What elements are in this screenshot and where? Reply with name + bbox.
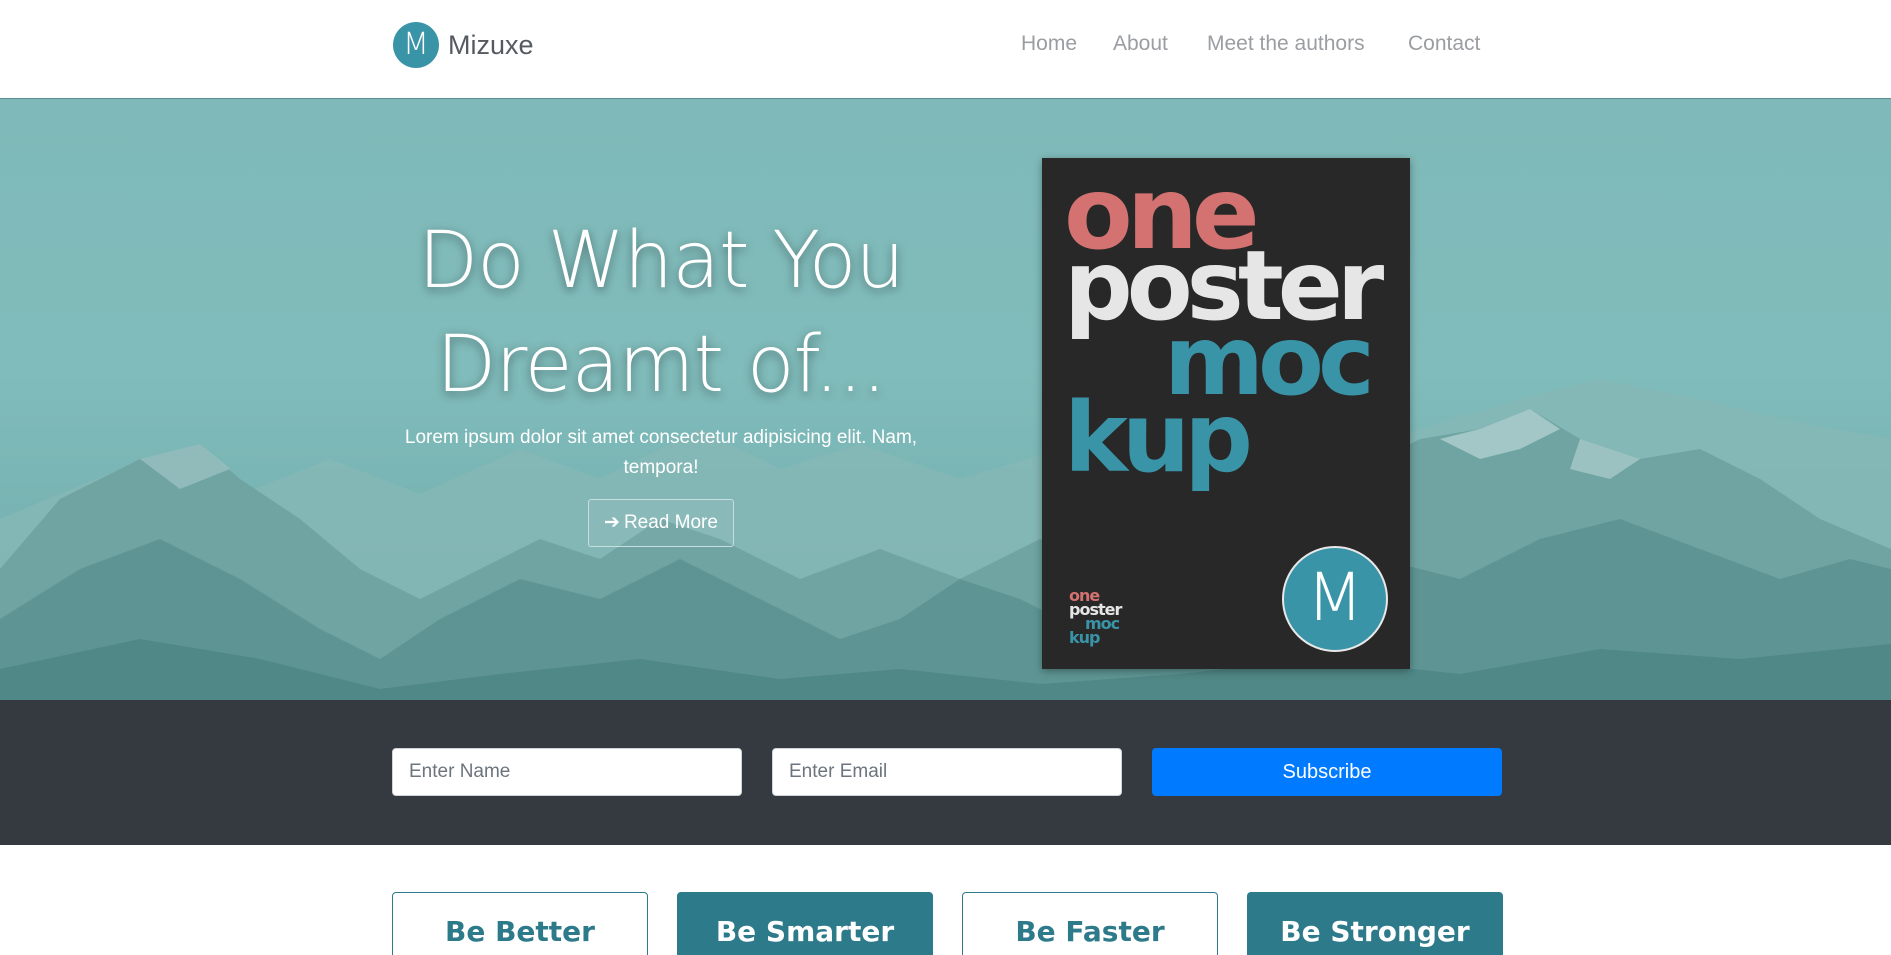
feature-label: Be Smarter: [715, 915, 895, 948]
feature-label: Be Better: [445, 915, 595, 948]
poster-small-wordmark: one poster moc kup: [1069, 588, 1122, 647]
nav-home[interactable]: Home: [1021, 32, 1077, 56]
arrow-right-icon: ➔: [604, 512, 620, 533]
feature-box-be-faster[interactable]: Be Faster: [962, 892, 1218, 955]
hero-title: Do What You Dreamt of...: [395, 209, 927, 417]
read-more-button[interactable]: ➔ Read More: [588, 499, 734, 547]
main-nav: Home About Meet the authors Contact: [0, 32, 1891, 62]
email-input[interactable]: [772, 748, 1122, 796]
subscribe-button[interactable]: Subscribe: [1152, 748, 1502, 796]
nav-about[interactable]: About: [1113, 32, 1168, 56]
feature-box-be-smarter[interactable]: Be Smarter: [677, 892, 933, 955]
feature-box-be-better[interactable]: Be Better: [392, 892, 648, 955]
read-more-label: Read More: [623, 512, 718, 533]
hero-subtitle: Lorem ipsum dolor sit amet consectetur a…: [404, 427, 918, 478]
feature-label: Be Faster: [1015, 915, 1165, 948]
feature-label: Be Stronger: [1280, 915, 1470, 948]
feature-box-be-stronger[interactable]: Be Stronger: [1247, 892, 1503, 955]
hero-title-line1: Do What You: [418, 216, 905, 306]
hero-title-line2: Dreamt of...: [436, 320, 886, 410]
features-section: Be Better Be Smarter Be Faster Be Strong…: [0, 845, 1891, 955]
subscribe-section: Subscribe: [0, 700, 1891, 845]
nav-meet-the-authors[interactable]: Meet the authors: [1207, 32, 1365, 56]
name-input[interactable]: [392, 748, 742, 796]
hero-section: Do What You Dreamt of... Lorem ipsum dol…: [0, 99, 1891, 700]
poster-logo-icon: M: [1282, 546, 1388, 652]
nav-contact[interactable]: Contact: [1408, 32, 1480, 56]
hero-text-block: Do What You Dreamt of... Lorem ipsum dol…: [395, 209, 927, 547]
navbar: M Mizuxe Home About Meet the authors Con…: [0, 0, 1891, 99]
poster-mockup-image: one poster moc kup one poster moc kup M: [1042, 158, 1410, 669]
mountain-background: [0, 379, 1891, 700]
poster-word-kup: kup: [1064, 382, 1253, 494]
poster-small-kup: kup: [1069, 628, 1100, 647]
